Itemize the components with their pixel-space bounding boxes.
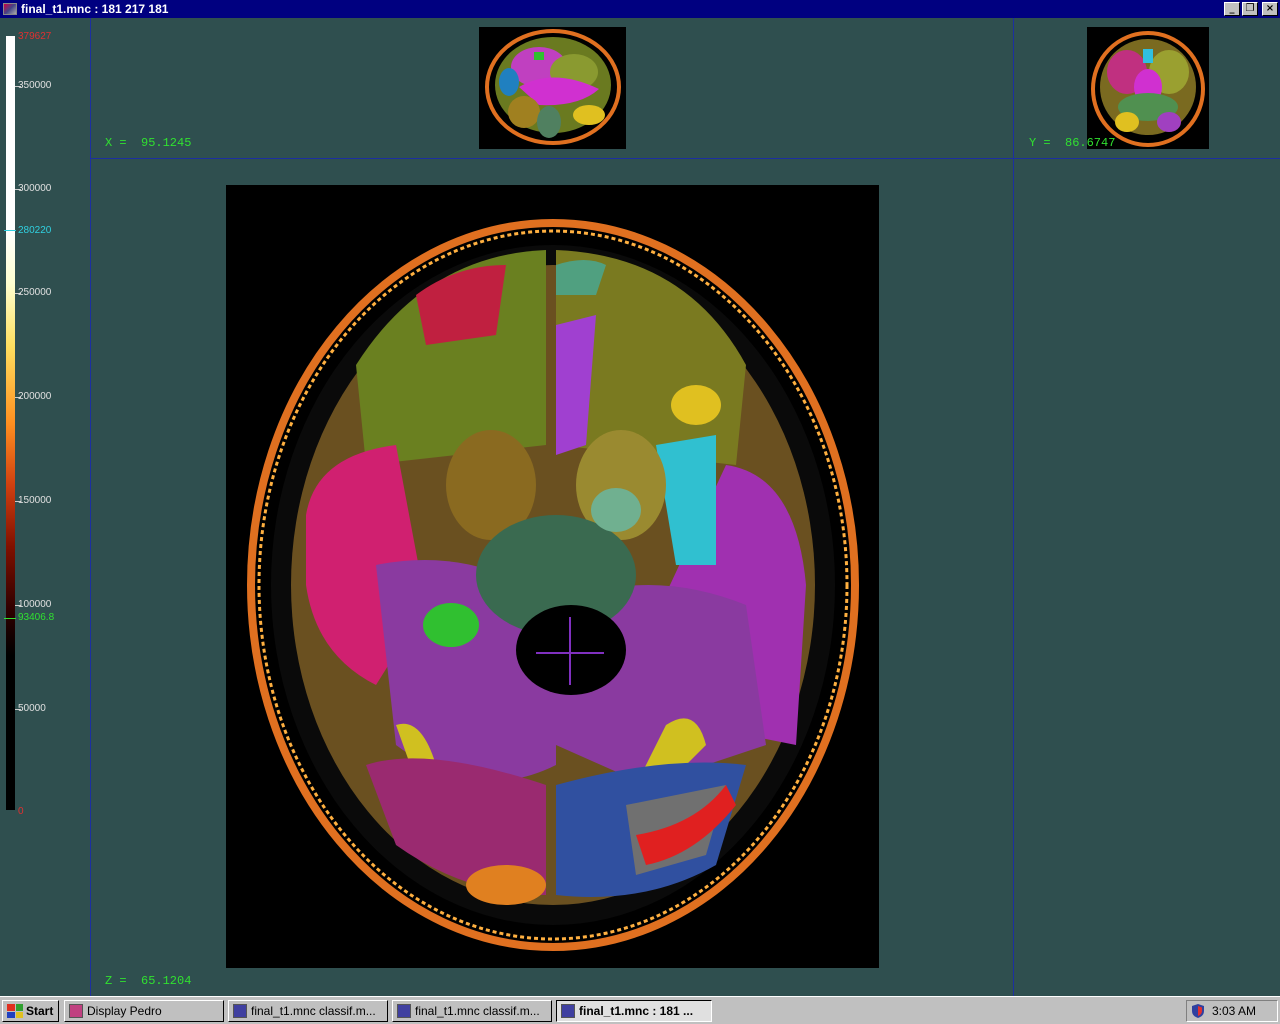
taskbar-button-label: Display Pedro: [87, 1004, 162, 1018]
taskbar-button-classif-2[interactable]: final_t1.mnc classif.m...: [392, 1000, 552, 1022]
taskbar-button-display-pedro[interactable]: Display Pedro: [64, 1000, 224, 1022]
start-button[interactable]: Start: [2, 1000, 59, 1022]
colorbar-label: 200000: [18, 391, 52, 402]
mnc-window-icon: [233, 1004, 247, 1018]
colorbar-label: 250000: [18, 287, 52, 298]
lower-range-marker[interactable]: [4, 618, 16, 619]
app-icon: [3, 3, 17, 15]
colorbar-label-bottom: 0: [18, 806, 24, 817]
colorbar[interactable]: [6, 36, 15, 810]
clock: 3:03 AM: [1212, 1004, 1257, 1018]
colorbar-label: 50000: [18, 703, 46, 714]
taskbar: Start Display Pedro final_t1.mnc classif…: [0, 996, 1280, 1024]
taskbar-button-label: final_t1.mnc classif.m...: [251, 1004, 376, 1018]
taskbar-button-final-t1[interactable]: final_t1.mnc : 181 ...: [556, 1000, 712, 1022]
mnc-window-icon: [397, 1004, 411, 1018]
colorbar-lower-marker-label: 93406.8: [18, 612, 55, 623]
colorbar-upper-marker-label: 280220: [18, 225, 52, 236]
maximize-button[interactable]: ❐: [1242, 2, 1258, 16]
upper-range-marker[interactable]: [4, 230, 16, 231]
window-titlebar[interactable]: final_t1.mnc : 181 217 181 _ ❐ ×: [0, 0, 1280, 18]
colorbar-label-top: 379627: [18, 31, 52, 42]
viewer-workspace: 379627 350000 300000 280220 250000 20000…: [0, 18, 1280, 996]
taskbar-button-label: final_t1.mnc classif.m...: [415, 1004, 540, 1018]
transverse-brain-image: [226, 185, 879, 968]
close-button[interactable]: ×: [1262, 2, 1278, 16]
display-app-icon: [69, 1004, 83, 1018]
taskbar-button-label: final_t1.mnc : 181 ...: [579, 1004, 694, 1018]
start-label: Start: [26, 1004, 54, 1018]
panel-divider-horizontal: [90, 158, 1280, 159]
coronal-view[interactable]: [1087, 27, 1209, 149]
minimize-button[interactable]: _: [1224, 2, 1240, 16]
coronal-brain-image: [1087, 27, 1209, 149]
coronal-coord: Y = 86.6747: [1029, 136, 1116, 150]
transverse-view[interactable]: [226, 185, 879, 968]
window-controls: _ ❐ ×: [1224, 2, 1278, 16]
colorbar-label: 300000: [18, 183, 52, 194]
colorbar-label: 150000: [18, 495, 52, 506]
taskbar-button-classif-1[interactable]: final_t1.mnc classif.m...: [228, 1000, 388, 1022]
windows-logo-icon: [7, 1004, 23, 1018]
system-tray: 3:03 AM: [1186, 1000, 1278, 1022]
colorbar-label: 350000: [18, 80, 52, 91]
panel-divider-left: [90, 18, 91, 996]
mnc-window-icon: [561, 1004, 575, 1018]
sagittal-view[interactable]: [479, 27, 626, 149]
window-title: final_t1.mnc : 181 217 181: [21, 2, 169, 16]
sagittal-brain-image: [479, 27, 626, 149]
panel-divider-right: [1013, 18, 1014, 996]
shield-icon[interactable]: [1192, 1004, 1204, 1018]
transverse-coord: Z = 65.1204: [105, 974, 192, 988]
colorbar-label: 100000: [18, 599, 52, 610]
sagittal-coord: X = 95.1245: [105, 136, 192, 150]
